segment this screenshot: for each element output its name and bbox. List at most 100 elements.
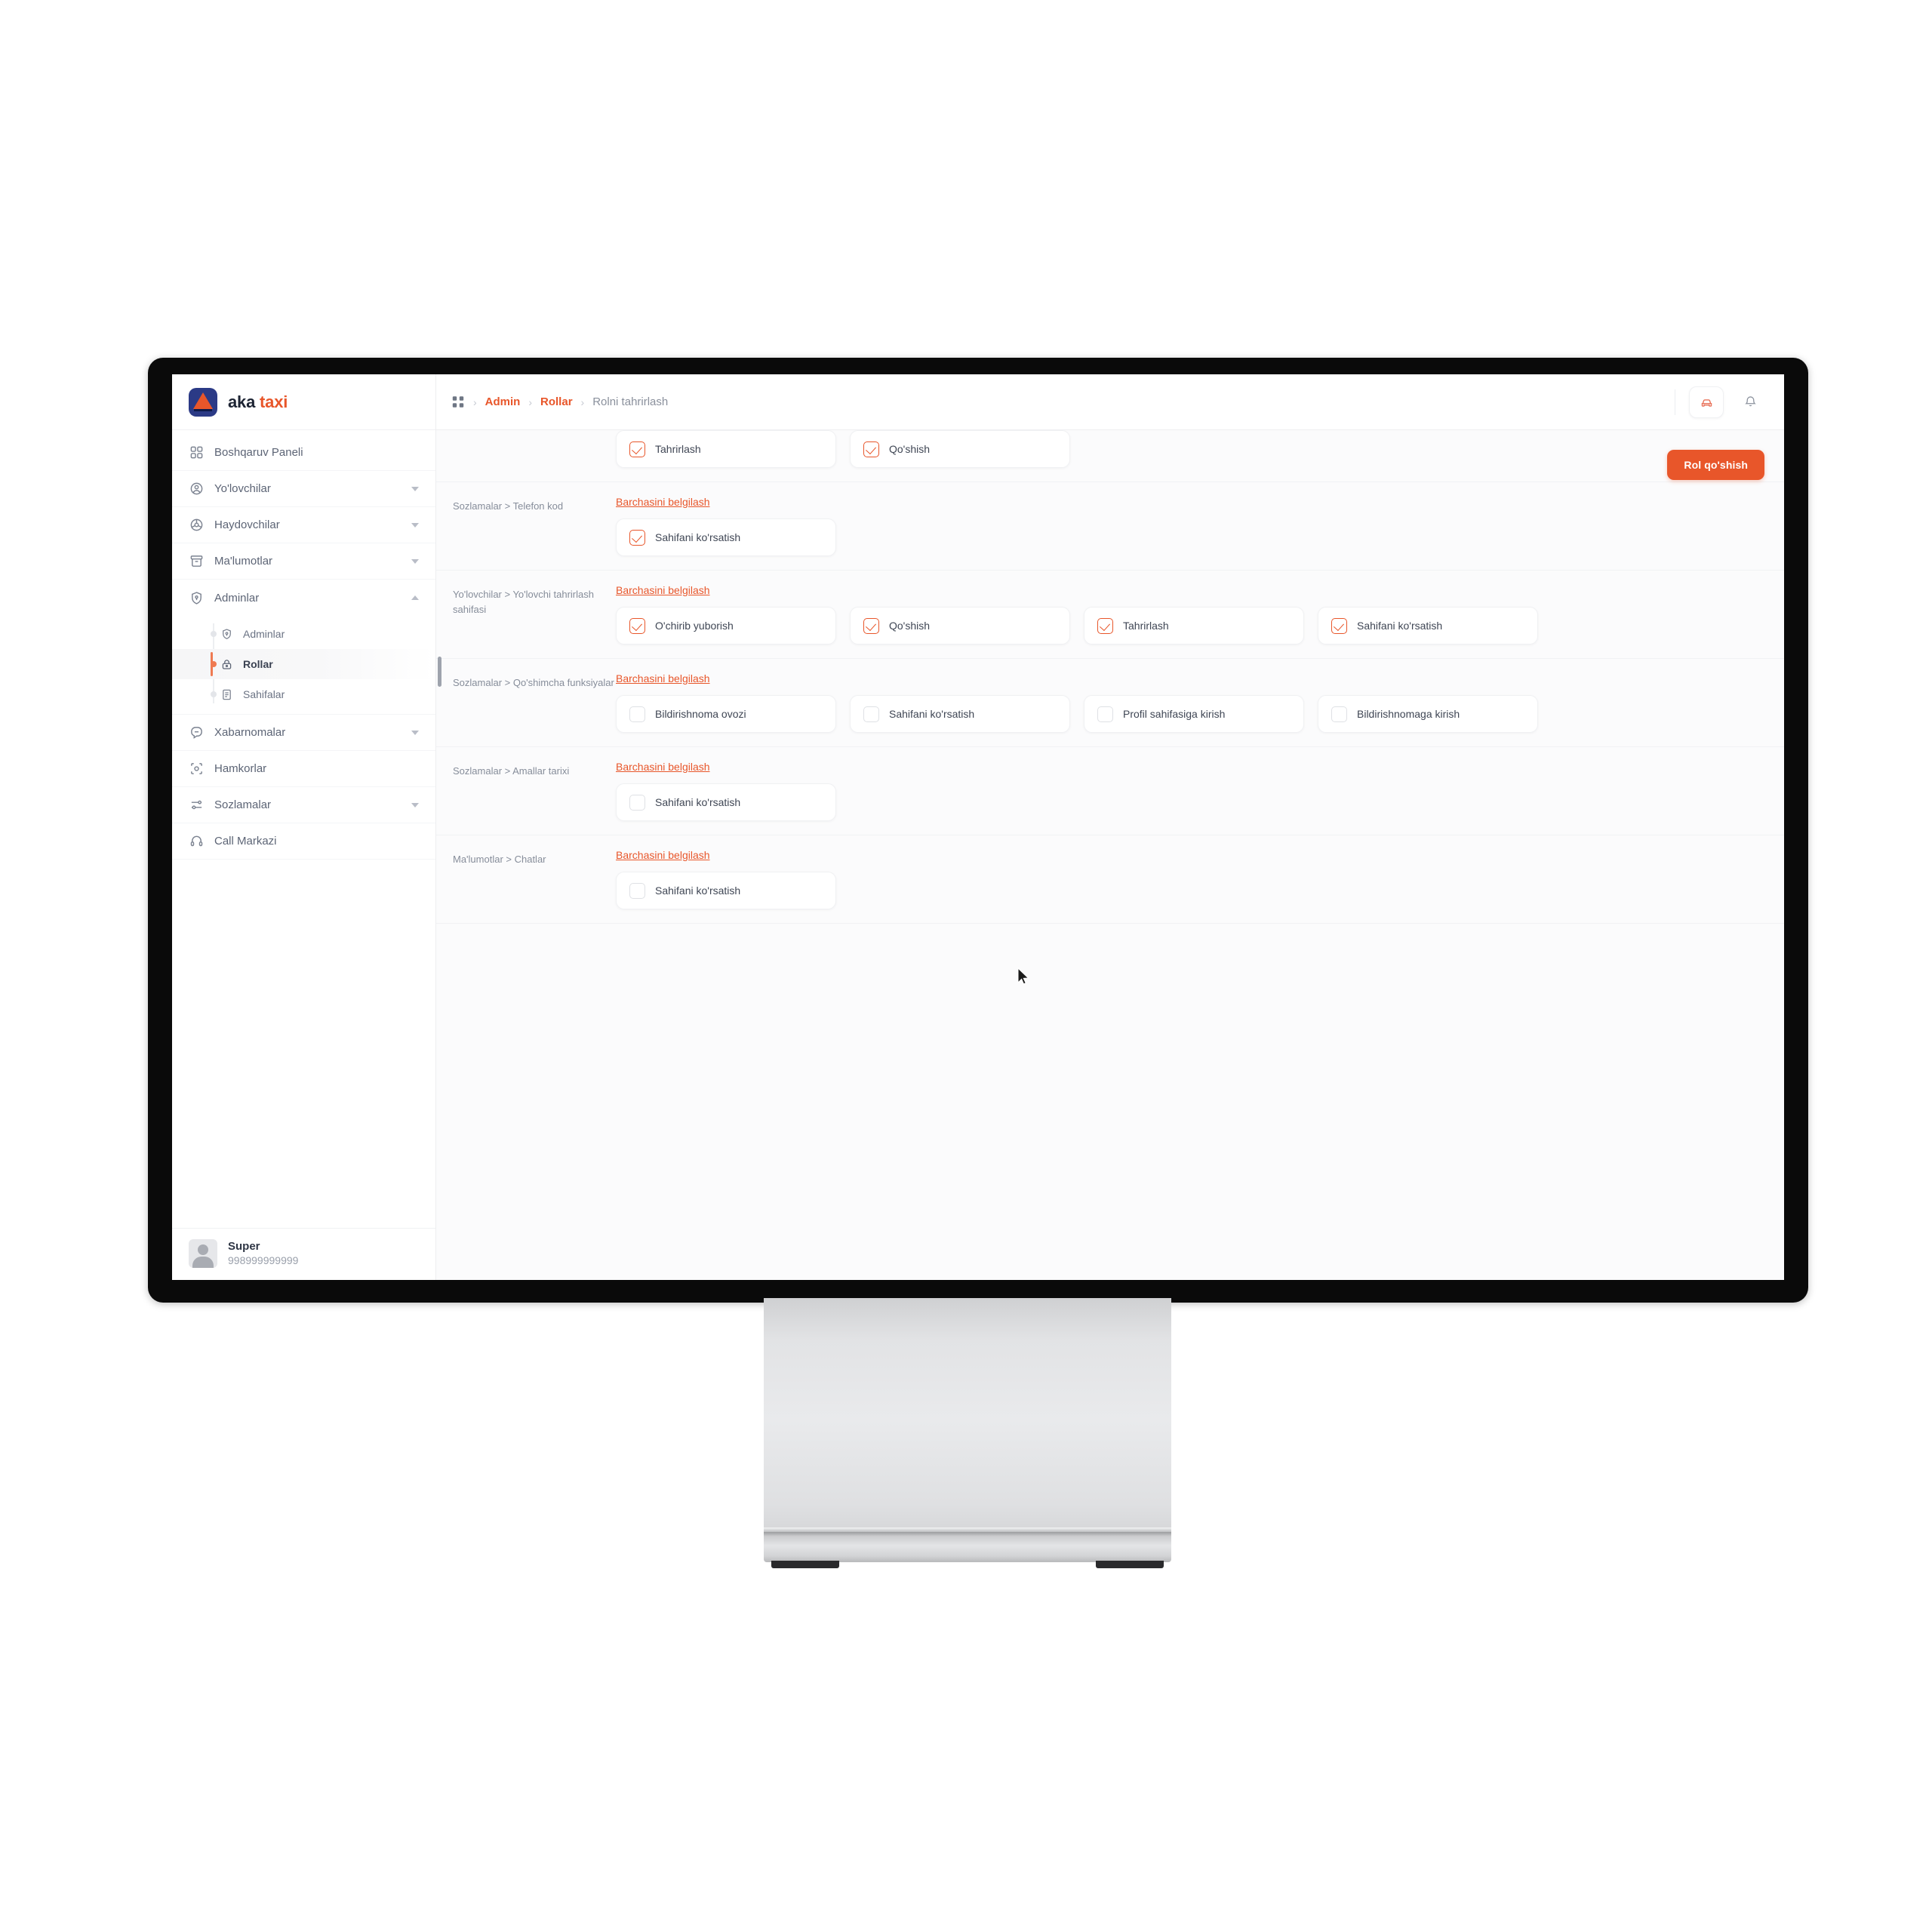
permission-item[interactable]: Sahifani ko'rsatish <box>850 695 1070 733</box>
section-title: Sozlamalar > Amallar tarixi <box>453 765 570 777</box>
sidebar: aka taxi Boshqaruv Paneli Yo'lovchilar H… <box>172 374 436 1280</box>
sidebar-item-xabarnomalar[interactable]: Xabarnomalar <box>172 715 435 751</box>
chevron-up-icon[interactable] <box>411 595 419 600</box>
checkbox-unchecked-icon[interactable] <box>1331 706 1347 722</box>
permission-item[interactable]: Bildirishnoma ovozi <box>616 695 836 733</box>
checkbox-checked-icon[interactable] <box>863 617 879 634</box>
section-title <box>453 430 616 468</box>
checkbox-checked-icon[interactable] <box>629 529 645 546</box>
permission-item[interactable]: Sahifani ko'rsatish <box>1318 607 1538 645</box>
sidebar-item-call-markazi[interactable]: Call Markazi <box>172 823 435 860</box>
car-button[interactable] <box>1689 386 1724 418</box>
chevron-down-icon[interactable] <box>411 522 419 528</box>
sidebar-user-profile[interactable]: Super 998999999999 <box>172 1228 435 1280</box>
submenu-dot-active <box>211 661 217 667</box>
sidebar-item-label: Adminlar <box>214 591 260 605</box>
permission-item[interactable]: Tahrirlash <box>1084 607 1304 645</box>
steering-wheel-icon <box>189 518 204 533</box>
checkbox-unchecked-icon[interactable] <box>629 882 645 899</box>
checkbox-checked-icon[interactable] <box>629 617 645 634</box>
scrollbar-thumb[interactable] <box>438 657 441 687</box>
permission-item[interactable]: Profil sahifasiga kirish <box>1084 695 1304 733</box>
sidebar-submenu-label: Adminlar <box>243 628 285 640</box>
checkbox-checked-icon[interactable] <box>863 441 879 457</box>
permission-label: Sahifani ko'rsatish <box>655 884 741 897</box>
select-all-link[interactable]: Barchasini belgilash <box>616 584 710 596</box>
permission-item[interactable]: Sahifani ko'rsatish <box>616 872 836 909</box>
permission-item[interactable]: Sahifani ko'rsatish <box>616 783 836 821</box>
checkbox-checked-icon[interactable] <box>629 441 645 457</box>
sidebar-item-sozlamalar[interactable]: Sozlamalar <box>172 787 435 823</box>
shield-icon <box>189 590 204 605</box>
sidebar-submenu-adminlar: Adminlar Rollar Sahifalar <box>172 616 435 715</box>
section-title: Yo'lovchilar > Yo'lovchi tahrirlash sahi… <box>453 589 594 615</box>
breadcrumb-separator: › <box>528 395 533 408</box>
permission-item[interactable]: Bildirishnomaga kirish <box>1318 695 1538 733</box>
sidebar-item-adminlar[interactable]: Adminlar <box>172 580 435 616</box>
sidebar-item-yolovchilar[interactable]: Yo'lovchilar <box>172 471 435 507</box>
select-all-link[interactable]: Barchasini belgilash <box>616 761 710 773</box>
checkbox-unchecked-icon[interactable] <box>863 706 879 722</box>
brand-word-2: taxi <box>260 392 288 411</box>
checkbox-checked-icon[interactable] <box>1331 617 1347 634</box>
checkbox-checked-icon[interactable] <box>1097 617 1113 634</box>
sidebar-item-hamkorlar[interactable]: Hamkorlar <box>172 751 435 787</box>
permission-grid: Sahifani ko'rsatish <box>616 518 1764 556</box>
permission-grid: O'chirib yuborish Qo'shish Tahrirlash Sa… <box>616 607 1764 645</box>
permission-grid: Bildirishnoma ovozi Sahifani ko'rsatish … <box>616 695 1764 733</box>
permission-item[interactable]: Sahifani ko'rsatish <box>616 518 836 556</box>
brand-text: aka taxi <box>228 392 288 412</box>
section-body: Barchasini belgilash Bildirishnoma ovozi… <box>616 672 1764 733</box>
sidebar-item-boshqaruv-paneli[interactable]: Boshqaruv Paneli <box>172 435 435 471</box>
notifications-button[interactable] <box>1733 386 1767 418</box>
permission-label: O'chirib yuborish <box>655 620 734 632</box>
permission-item[interactable]: Qo'shish <box>850 430 1070 468</box>
scrollbar[interactable] <box>436 430 444 1280</box>
chevron-down-icon[interactable] <box>411 486 419 491</box>
permission-item[interactable]: O'chirib yuborish <box>616 607 836 645</box>
select-all-link[interactable]: Barchasini belgilash <box>616 849 710 861</box>
permission-section-chatlar: Ma'lumotlar > Chatlar Barchasini belgila… <box>436 835 1784 924</box>
sidebar-nav: Boshqaruv Paneli Yo'lovchilar Haydovchil… <box>172 430 435 860</box>
sidebar-item-malumotlar[interactable]: Ma'lumotlar <box>172 543 435 580</box>
screen: aka taxi Boshqaruv Paneli Yo'lovchilar H… <box>172 374 1784 1280</box>
sidebar-item-adminlar-sub[interactable]: Adminlar <box>172 619 435 649</box>
sliders-icon <box>189 798 204 813</box>
brand-logo[interactable]: aka taxi <box>172 374 435 430</box>
breadcrumb-link-rollar[interactable]: Rollar <box>540 395 573 408</box>
grid-icon <box>189 445 204 460</box>
sidebar-item-label: Call Markazi <box>214 835 277 848</box>
sidebar-item-sahifalar[interactable]: Sahifalar <box>172 679 435 709</box>
chevron-down-icon[interactable] <box>411 558 419 564</box>
permission-item[interactable]: Qo'shish <box>850 607 1070 645</box>
grid-icon[interactable] <box>451 395 465 409</box>
chevron-down-icon[interactable] <box>411 730 419 735</box>
chevron-down-icon[interactable] <box>411 802 419 808</box>
monitor-stand-neck <box>764 1298 1171 1532</box>
permission-label: Profil sahifasiga kirish <box>1123 708 1226 720</box>
permission-section-telefon-kod: Sozlamalar > Telefon kod Barchasini belg… <box>436 482 1784 571</box>
permission-label: Qo'shish <box>889 443 931 455</box>
content-scroll-area[interactable]: Rol qo'shish Tahrirlash Qo'shish Sozlama… <box>436 430 1784 1280</box>
sidebar-item-rollar[interactable]: Rollar <box>172 649 435 679</box>
select-all-link[interactable]: Barchasini belgilash <box>616 496 710 508</box>
permission-label: Tahrirlash <box>1123 620 1169 632</box>
sidebar-item-label: Sozlamalar <box>214 798 272 811</box>
sidebar-item-label: Haydovchilar <box>214 518 280 531</box>
main-area: › Admin › Rollar › Rolni tahrirlash Rol … <box>436 374 1784 1280</box>
add-role-button[interactable]: Rol qo'shish <box>1667 450 1764 480</box>
select-all-link[interactable]: Barchasini belgilash <box>616 672 710 685</box>
permission-section-partial: Tahrirlash Qo'shish <box>436 430 1784 482</box>
permission-label: Bildirishnoma ovozi <box>655 708 746 720</box>
checkbox-unchecked-icon[interactable] <box>629 706 645 722</box>
checkbox-unchecked-icon[interactable] <box>629 794 645 811</box>
sidebar-item-haydovchilar[interactable]: Haydovchilar <box>172 507 435 543</box>
checkbox-unchecked-icon[interactable] <box>1097 706 1113 722</box>
document-icon <box>219 687 234 702</box>
breadcrumb: › Admin › Rollar › Rolni tahrirlash <box>451 395 668 409</box>
breadcrumb-link-admin[interactable]: Admin <box>485 395 521 408</box>
permission-item[interactable]: Tahrirlash <box>616 430 836 468</box>
submenu-dot <box>211 631 217 637</box>
section-title: Ma'lumotlar > Chatlar <box>453 854 546 865</box>
sidebar-item-label: Hamkorlar <box>214 762 267 775</box>
